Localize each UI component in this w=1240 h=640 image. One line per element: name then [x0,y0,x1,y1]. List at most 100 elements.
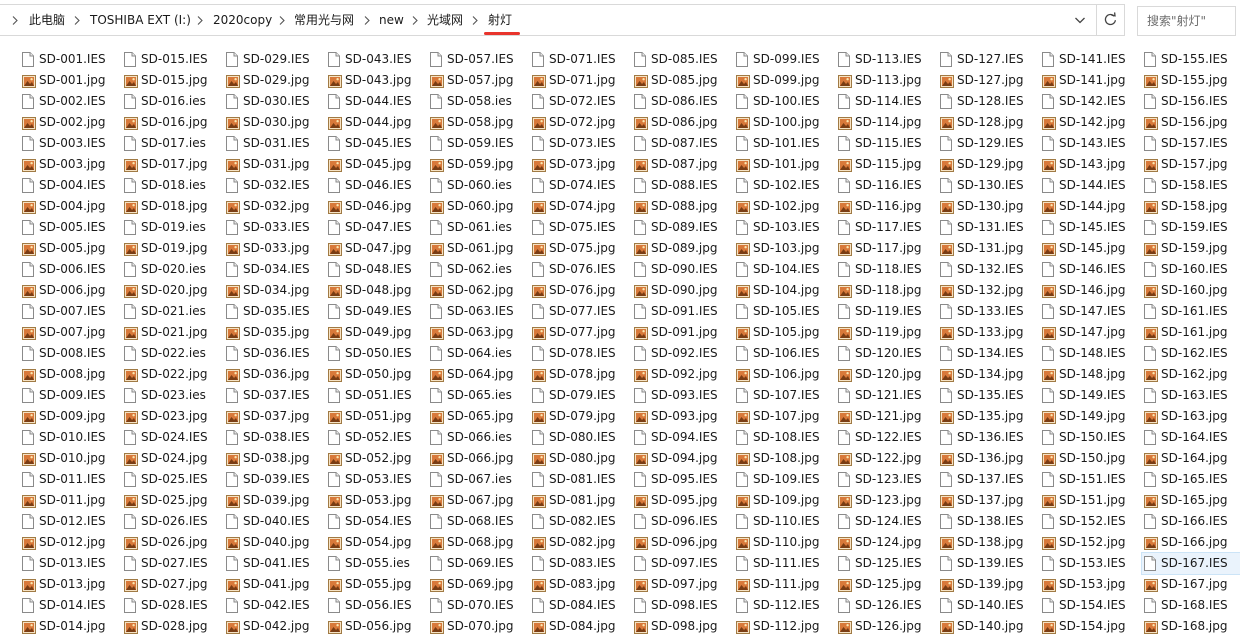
file-item[interactable]: SD-148.jpg [1040,364,1140,385]
file-item[interactable]: SD-047.jpg [326,238,426,259]
file-item[interactable]: SD-145.IES [1040,217,1140,238]
file-item[interactable]: SD-077.jpg [530,322,630,343]
file-item[interactable]: SD-111.jpg [734,574,834,595]
file-item[interactable]: SD-121.jpg [836,406,936,427]
file-item[interactable]: SD-122.jpg [836,448,936,469]
file-item[interactable]: SD-146.jpg [1040,280,1140,301]
file-item[interactable]: SD-163.jpg [1142,406,1240,427]
file-item[interactable]: SD-004.jpg [20,196,120,217]
file-item[interactable]: SD-110.jpg [734,532,834,553]
file-item[interactable]: SD-048.IES [326,259,426,280]
file-item[interactable]: SD-166.IES [1142,511,1240,532]
file-item[interactable]: SD-123.jpg [836,490,936,511]
file-item[interactable]: SD-132.jpg [938,280,1038,301]
file-item[interactable]: SD-091.IES [632,301,732,322]
file-item[interactable]: SD-095.IES [632,469,732,490]
file-item[interactable]: SD-104.jpg [734,280,834,301]
file-item[interactable]: SD-103.IES [734,217,834,238]
breadcrumb-spotlight[interactable]: 射灯 [488,5,512,35]
file-item[interactable]: SD-052.jpg [326,448,426,469]
file-item[interactable]: SD-047.IES [326,217,426,238]
file-item[interactable]: SD-164.jpg [1142,448,1240,469]
file-item[interactable]: SD-078.jpg [530,364,630,385]
file-item[interactable]: SD-049.jpg [326,322,426,343]
file-item[interactable]: SD-022.jpg [122,364,222,385]
file-item[interactable]: SD-154.IES [1040,595,1140,616]
file-item[interactable]: SD-059.IES [428,133,528,154]
chevron-right-icon[interactable] [74,5,80,35]
file-item[interactable]: SD-111.IES [734,553,834,574]
file-item[interactable]: SD-001.IES [20,49,120,70]
file-item[interactable]: SD-155.jpg [1142,70,1240,91]
file-item[interactable]: SD-085.jpg [632,70,732,91]
file-item[interactable]: SD-028.IES [122,595,222,616]
file-item[interactable]: SD-046.jpg [326,196,426,217]
chevron-right-icon[interactable] [279,5,285,35]
file-item[interactable]: SD-090.jpg [632,280,732,301]
file-item[interactable]: SD-133.IES [938,301,1038,322]
file-item[interactable]: SD-016.ies [122,91,222,112]
file-item[interactable]: SD-053.jpg [326,490,426,511]
file-item[interactable]: SD-089.jpg [632,238,732,259]
file-item[interactable]: SD-028.jpg [122,616,222,637]
file-item[interactable]: SD-034.IES [224,259,324,280]
file-item[interactable]: SD-118.IES [836,259,936,280]
file-item[interactable]: SD-081.jpg [530,490,630,511]
file-item[interactable]: SD-161.IES [1142,301,1240,322]
file-item[interactable]: SD-098.jpg [632,616,732,637]
file-item[interactable]: SD-044.IES [326,91,426,112]
file-item[interactable]: SD-083.jpg [530,574,630,595]
breadcrumb-new[interactable]: new [379,5,404,35]
file-item[interactable]: SD-131.jpg [938,238,1038,259]
file-item[interactable]: SD-027.IES [122,553,222,574]
file-item[interactable]: SD-029.IES [224,49,324,70]
file-item[interactable]: SD-082.IES [530,511,630,532]
file-item[interactable]: SD-087.jpg [632,154,732,175]
file-item[interactable]: SD-145.jpg [1040,238,1140,259]
file-item[interactable]: SD-143.jpg [1040,154,1140,175]
file-item[interactable]: SD-157.IES [1142,133,1240,154]
file-item[interactable]: SD-088.IES [632,175,732,196]
file-item[interactable]: SD-043.jpg [326,70,426,91]
file-item[interactable]: SD-113.jpg [836,70,936,91]
file-item[interactable]: SD-013.IES [20,553,120,574]
file-item[interactable]: SD-074.jpg [530,196,630,217]
file-item[interactable]: SD-100.IES [734,91,834,112]
file-item[interactable]: SD-053.IES [326,469,426,490]
file-item[interactable]: SD-104.IES [734,259,834,280]
file-item[interactable]: SD-121.IES [836,385,936,406]
breadcrumb-ies-profiles[interactable]: 光域网 [427,5,463,35]
file-item[interactable]: SD-160.IES [1142,259,1240,280]
file-item[interactable]: SD-039.IES [224,469,324,490]
file-item[interactable]: SD-011.jpg [20,490,120,511]
breadcrumb-drive[interactable]: TOSHIBA EXT (I:) [90,5,191,35]
file-item[interactable]: SD-110.IES [734,511,834,532]
file-item[interactable]: SD-105.IES [734,301,834,322]
file-item[interactable]: SD-036.jpg [224,364,324,385]
file-item[interactable]: SD-039.jpg [224,490,324,511]
file-item[interactable]: SD-080.IES [530,427,630,448]
file-item[interactable]: SD-065.jpg [428,406,528,427]
file-item[interactable]: SD-031.IES [224,133,324,154]
file-item[interactable]: SD-010.IES [20,427,120,448]
file-item[interactable]: SD-095.jpg [632,490,732,511]
file-item[interactable]: SD-001.jpg [20,70,120,91]
file-item[interactable]: SD-005.jpg [20,238,120,259]
file-item[interactable]: SD-035.IES [224,301,324,322]
file-item[interactable]: SD-069.IES [428,553,528,574]
file-item[interactable]: SD-109.jpg [734,490,834,511]
file-item[interactable]: SD-062.ies [428,259,528,280]
address-dropdown-button[interactable] [1068,4,1092,36]
file-item[interactable]: SD-165.IES [1142,469,1240,490]
file-item[interactable]: SD-102.jpg [734,196,834,217]
file-item[interactable]: SD-075.IES [530,217,630,238]
file-item[interactable]: SD-130.jpg [938,196,1038,217]
file-item[interactable]: SD-079.jpg [530,406,630,427]
file-item[interactable]: SD-119.jpg [836,322,936,343]
file-item[interactable]: SD-163.IES [1142,385,1240,406]
file-item[interactable]: SD-082.jpg [530,532,630,553]
file-item[interactable]: SD-144.jpg [1040,196,1140,217]
file-item[interactable]: SD-116.IES [836,175,936,196]
file-item[interactable]: SD-071.IES [530,49,630,70]
file-item[interactable]: SD-017.jpg [122,154,222,175]
